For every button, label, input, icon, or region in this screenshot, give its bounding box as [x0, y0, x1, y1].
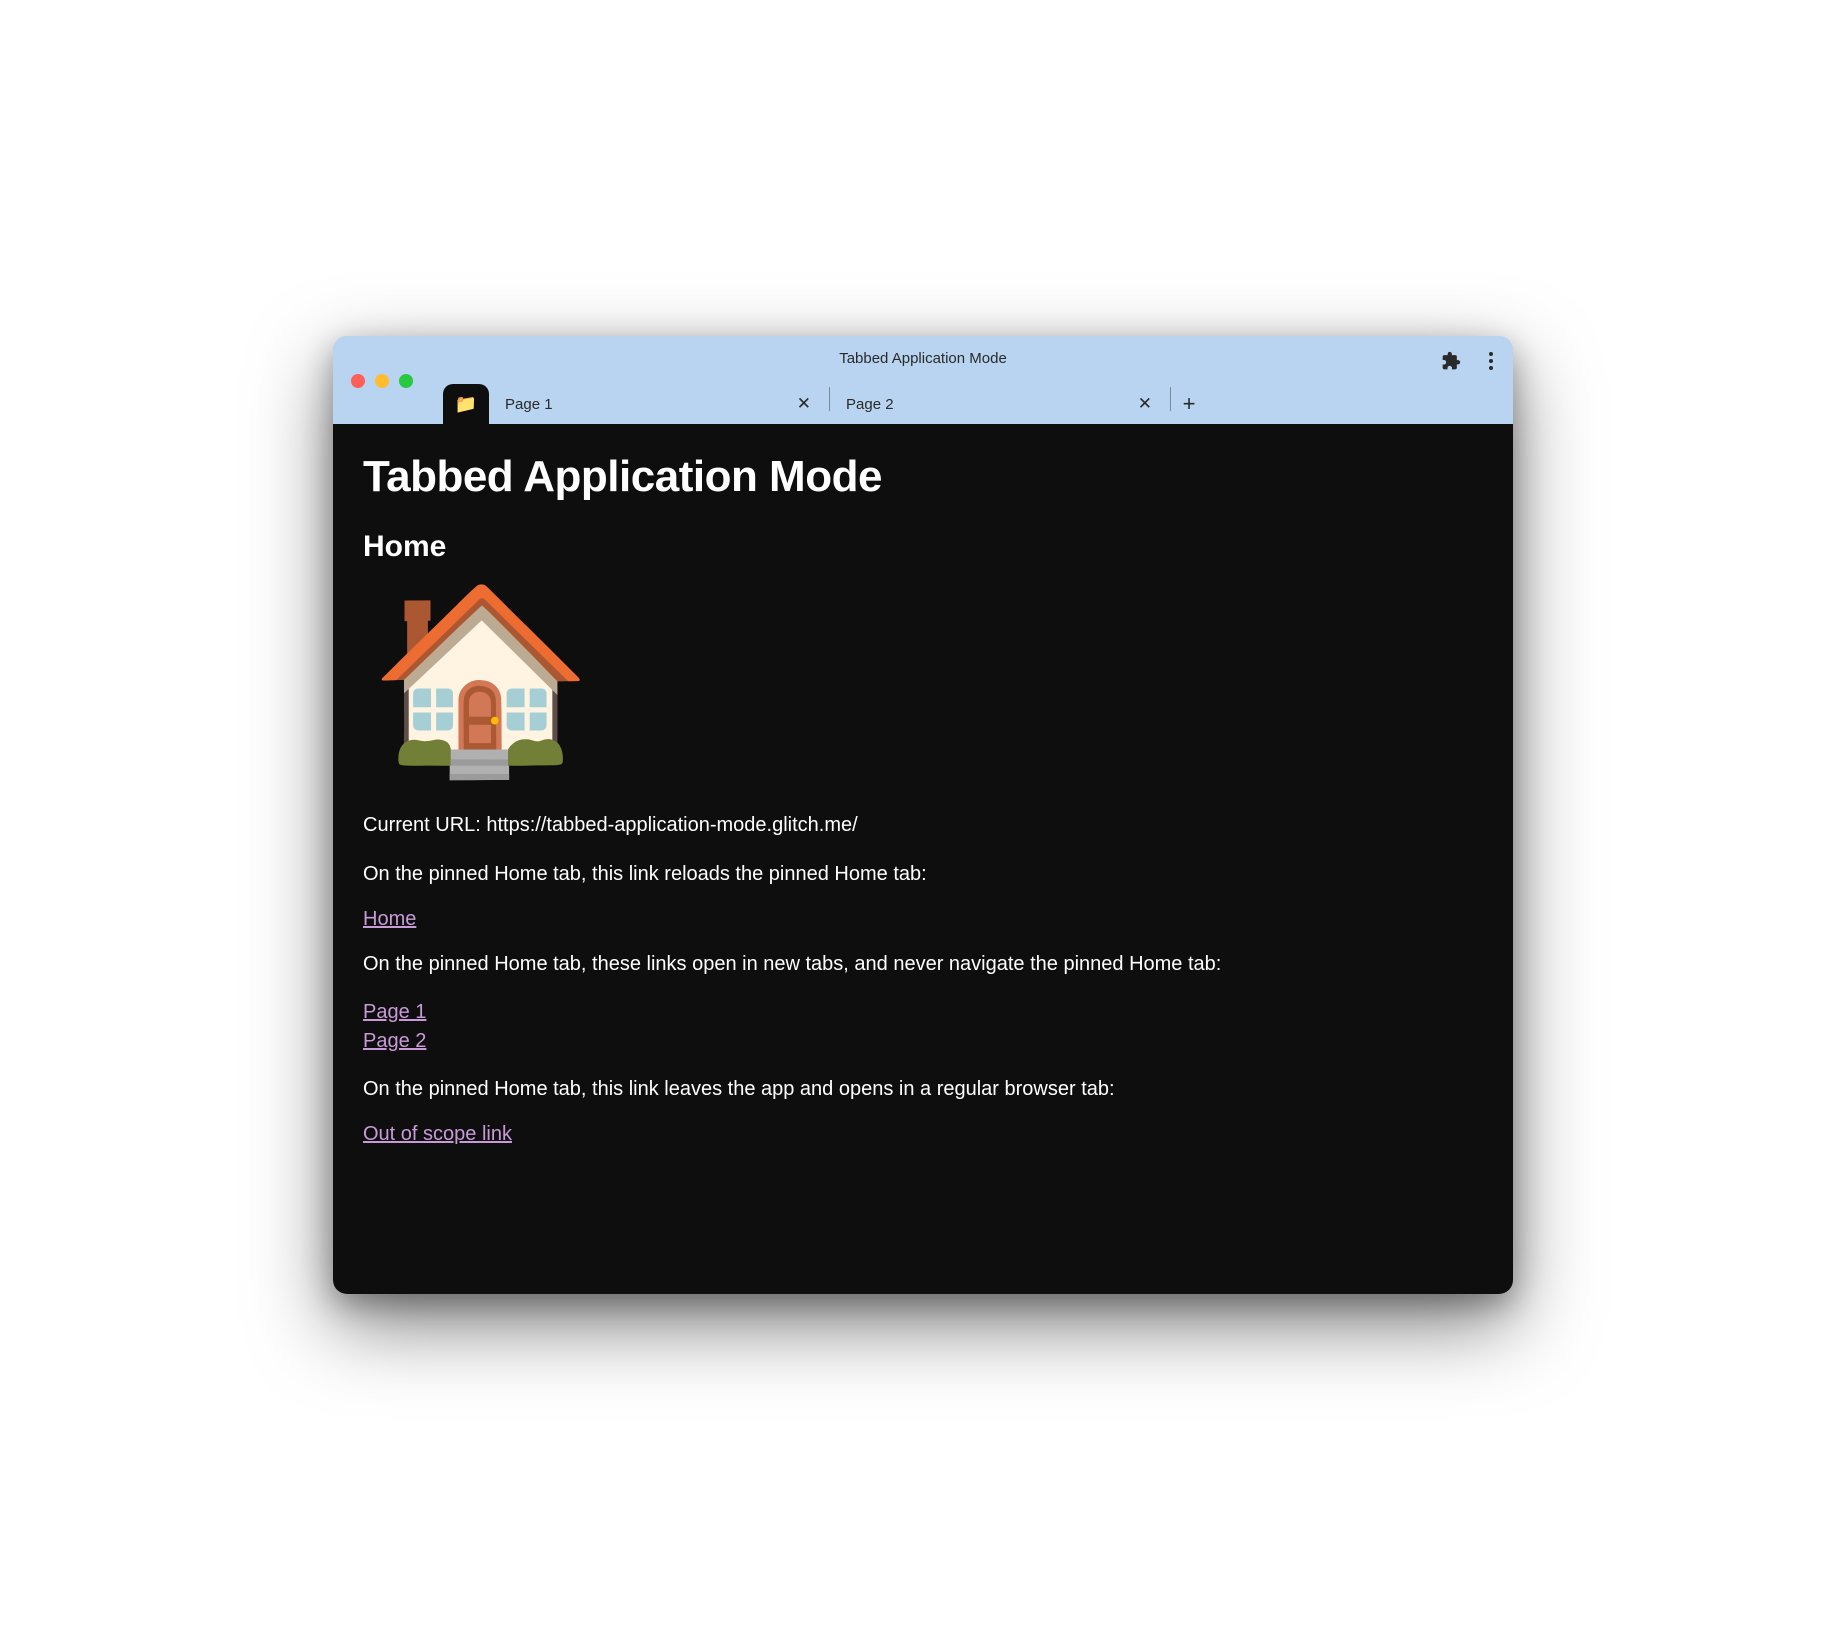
tab-page-1[interactable]: Page 1 ✕ — [489, 384, 829, 424]
extensions-icon[interactable] — [1441, 351, 1461, 371]
page-1-link[interactable]: Page 1 — [363, 998, 1483, 1027]
plus-icon: + — [1183, 391, 1196, 417]
page-content: Tabbed Application Mode Home 🏠 Current U… — [333, 424, 1513, 1294]
app-window: Tabbed Application Mode 📁 Page 1 ✕ Page … — [333, 336, 1513, 1294]
window-maximize-button[interactable] — [399, 374, 413, 388]
page-title: Tabbed Application Mode — [363, 452, 1483, 502]
folder-icon: 📁 — [455, 394, 477, 415]
titlebar: Tabbed Application Mode — [333, 336, 1513, 380]
tab-label: Page 2 — [846, 396, 1132, 413]
house-icon: 🏠 — [369, 590, 1483, 770]
new-tab-button[interactable]: + — [1171, 384, 1207, 424]
tab-page-2[interactable]: Page 2 ✕ — [830, 384, 1170, 424]
close-icon[interactable]: ✕ — [791, 392, 817, 416]
pinned-home-tab[interactable]: 📁 — [443, 384, 489, 424]
tab-label: Page 1 — [505, 396, 791, 413]
page-2-link[interactable]: Page 2 — [363, 1027, 1483, 1056]
newtabs-explainer: On the pinned Home tab, these links open… — [363, 949, 1483, 980]
home-link[interactable]: Home — [363, 908, 416, 930]
more-menu-icon[interactable] — [1485, 348, 1497, 374]
page-subtitle: Home — [363, 530, 1483, 564]
close-icon[interactable]: ✕ — [1132, 392, 1158, 416]
window-close-button[interactable] — [351, 374, 365, 388]
window-minimize-button[interactable] — [375, 374, 389, 388]
out-of-scope-link[interactable]: Out of scope link — [363, 1123, 512, 1145]
tabstrip: 📁 Page 1 ✕ Page 2 ✕ + — [333, 380, 1513, 424]
window-title: Tabbed Application Mode — [839, 350, 1007, 367]
titlebar-right-icons — [1441, 348, 1497, 374]
leave-explainer: On the pinned Home tab, this link leaves… — [363, 1074, 1483, 1105]
reload-explainer: On the pinned Home tab, this link reload… — [363, 859, 1483, 890]
traffic-lights — [351, 374, 413, 388]
current-url-text: Current URL: https://tabbed-application-… — [363, 810, 1483, 841]
